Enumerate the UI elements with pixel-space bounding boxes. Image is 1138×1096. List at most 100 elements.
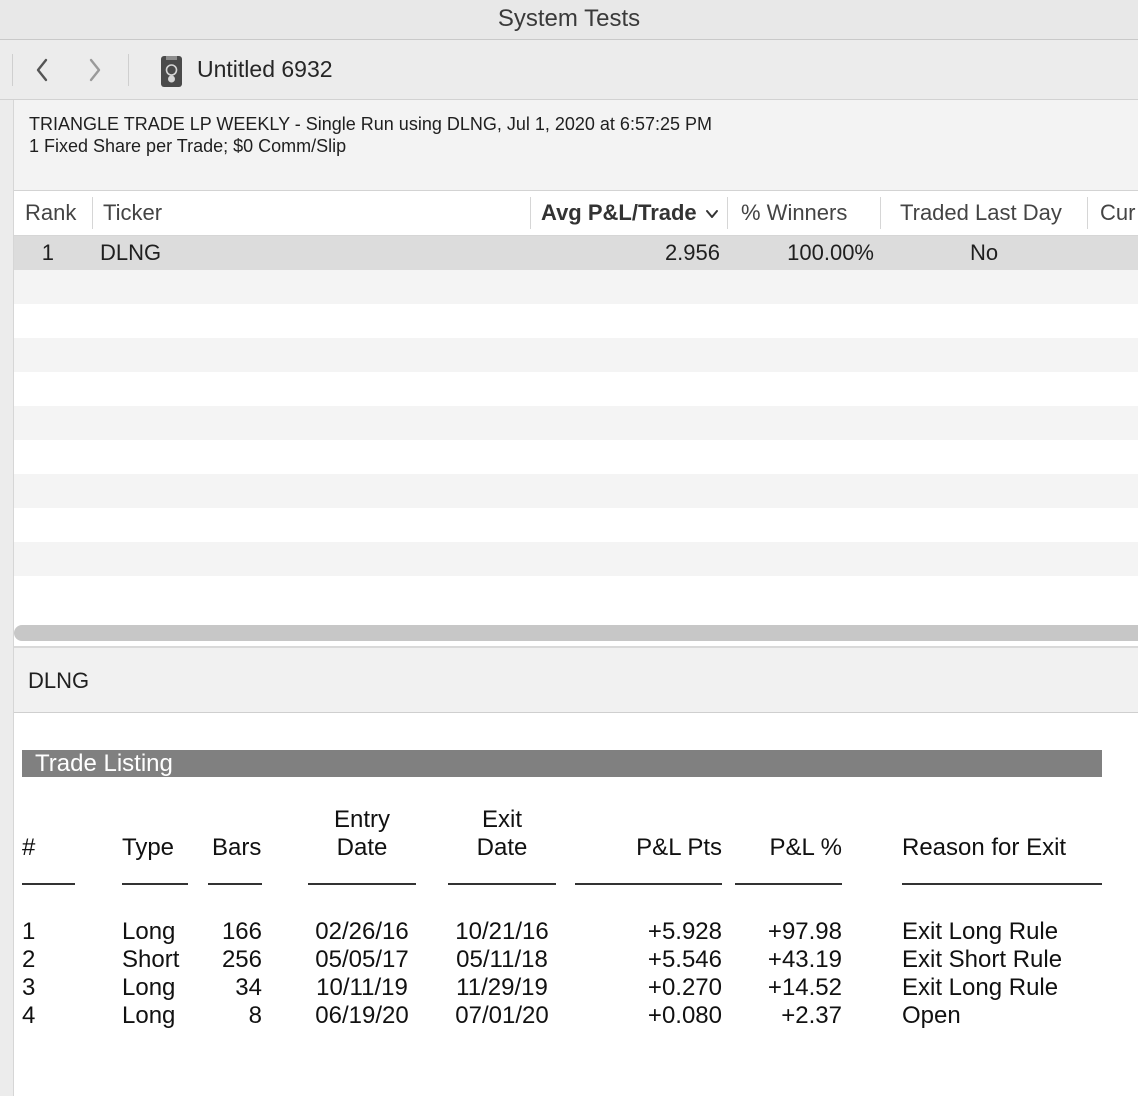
trade-pl-pts: +5.546 (647, 946, 722, 973)
toolbar: Untitled 6932 (0, 40, 1138, 100)
empty-row (14, 508, 1138, 542)
trade-bars: 256 (221, 946, 262, 973)
header-number: # (22, 834, 36, 861)
rank-cell: 1 (41, 240, 54, 265)
empty-row (14, 474, 1138, 508)
column-header-ticker[interactable]: Ticker (103, 191, 162, 235)
trade-entry-date: 02/26/16 (315, 918, 409, 945)
trade-pl-pct: +97.98 (767, 918, 842, 945)
header-underline (735, 883, 842, 885)
header-underline (575, 883, 722, 885)
trade-pl-pts: +0.270 (647, 974, 722, 1001)
detail-header: DLNG (14, 648, 1138, 713)
trade-listing-title: Trade Listing (35, 750, 173, 777)
window-title: System Tests (497, 5, 641, 32)
trade-bars: 34 (235, 974, 262, 1001)
empty-row (14, 338, 1138, 372)
document-icon (160, 55, 183, 88)
trade-entry-date: 05/05/17 (315, 946, 409, 973)
header-exit-line1: Exit (481, 806, 522, 833)
trade-pl-pts: +0.080 (647, 1002, 722, 1029)
column-divider[interactable] (880, 197, 881, 229)
toolbar-divider (12, 54, 13, 86)
left-edge (0, 100, 14, 1096)
horizontal-scrollbar[interactable] (14, 625, 1138, 641)
empty-row (14, 542, 1138, 576)
trade-exit-reason: Exit Long Rule (902, 918, 1059, 945)
trade-bars: 166 (221, 918, 262, 945)
header-exit-line2: Date (476, 834, 528, 861)
column-header-winners[interactable]: % Winners (741, 191, 847, 235)
column-header-traded-last-day[interactable]: Traded Last Day (900, 191, 1062, 235)
run-settings: 1 Fixed Share per Trade; $0 Comm/Slip (29, 136, 347, 156)
title-bar: System Tests (0, 0, 1138, 40)
avg-pl-cell: 2.956 (664, 240, 720, 265)
trade-listing-header: Trade Listing (22, 750, 1102, 777)
chevron-right-icon (89, 58, 101, 82)
trade-exit-date: 10/21/16 (455, 918, 549, 945)
header-type: Type (122, 834, 175, 861)
header-pl-pts: P&L Pts (636, 834, 722, 861)
column-divider[interactable] (1087, 197, 1088, 229)
detail-ticker: DLNG (28, 668, 90, 693)
header-pl-pct: P&L % (769, 834, 842, 861)
empty-row (14, 270, 1138, 304)
header-underline (448, 883, 556, 885)
column-header-rank[interactable]: Rank (25, 191, 76, 235)
empty-row (14, 304, 1138, 338)
trade-exit-date: 05/11/18 (456, 946, 548, 973)
header-underline (902, 883, 1102, 885)
trade-exit-date: 07/01/20 (455, 1002, 549, 1029)
trade-entry-date: 10/11/19 (316, 974, 408, 1001)
trade-type: Long (122, 974, 176, 1001)
header-underline (208, 883, 262, 885)
header-bars: Bars (212, 834, 262, 861)
trade-exit-date: 11/29/19 (456, 974, 548, 1001)
column-divider[interactable] (530, 197, 531, 229)
empty-row (14, 372, 1138, 406)
trade-number: 2 (22, 946, 36, 973)
chevron-left-icon (36, 58, 48, 82)
trade-type: Long (122, 1002, 176, 1029)
header-reason: Reason for Exit (902, 834, 1067, 861)
winners-cell: 100.00% (787, 240, 874, 265)
trade-number: 4 (22, 1002, 36, 1029)
trade-number: 1 (22, 918, 36, 945)
toolbar-divider (128, 54, 129, 86)
trade-pl-pct: +14.52 (767, 974, 842, 1001)
ticker-cell: DLNG (100, 240, 162, 265)
empty-row (14, 576, 1138, 610)
header-entry-line2: Date (336, 834, 388, 861)
header-entry-line1: Entry (333, 806, 390, 833)
trade-exit-reason: Exit Short Rule (902, 946, 1063, 973)
document-title[interactable]: Untitled 6932 (197, 56, 333, 83)
trade-pl-pct: +2.37 (781, 1002, 842, 1029)
header-underline (122, 883, 188, 885)
table-header: Rank Ticker Avg P&L/Trade % Winners Trad… (14, 191, 1138, 236)
column-header-avg-pl[interactable]: Avg P&L/Trade (541, 191, 719, 235)
trade-type: Short (122, 946, 180, 973)
trade-bars: 8 (248, 1002, 262, 1029)
run-description: TRIANGLE TRADE LP WEEKLY - Single Run us… (29, 114, 712, 134)
trade-number: 3 (22, 974, 36, 1001)
chevron-down-icon (705, 210, 718, 219)
header-underline (22, 883, 75, 885)
traded-last-day-cell: No (969, 240, 999, 265)
column-header-avg-pl-label: Avg P&L/Trade (541, 200, 697, 225)
trade-exit-reason: Open (902, 1002, 961, 1029)
trade-pl-pts: +5.928 (647, 918, 722, 945)
trade-report: Trade Listing # Type Bars Entry Date Exi… (14, 713, 1138, 1096)
forward-button[interactable] (80, 54, 110, 86)
back-button[interactable] (27, 54, 57, 86)
table-row[interactable]: 1 DLNG 2.956 100.00% No (14, 236, 1138, 270)
column-divider[interactable] (92, 197, 93, 229)
trade-pl-pct: +43.19 (767, 946, 842, 973)
trade-type: Long (122, 918, 176, 945)
trade-exit-reason: Exit Long Rule (902, 974, 1059, 1001)
run-info-panel: TRIANGLE TRADE LP WEEKLY - Single Run us… (14, 100, 1138, 191)
trade-entry-date: 06/19/20 (315, 1002, 409, 1029)
column-divider[interactable] (727, 197, 728, 229)
empty-row (14, 406, 1138, 440)
empty-row (14, 440, 1138, 474)
column-header-cur[interactable]: Cur (1100, 191, 1135, 235)
